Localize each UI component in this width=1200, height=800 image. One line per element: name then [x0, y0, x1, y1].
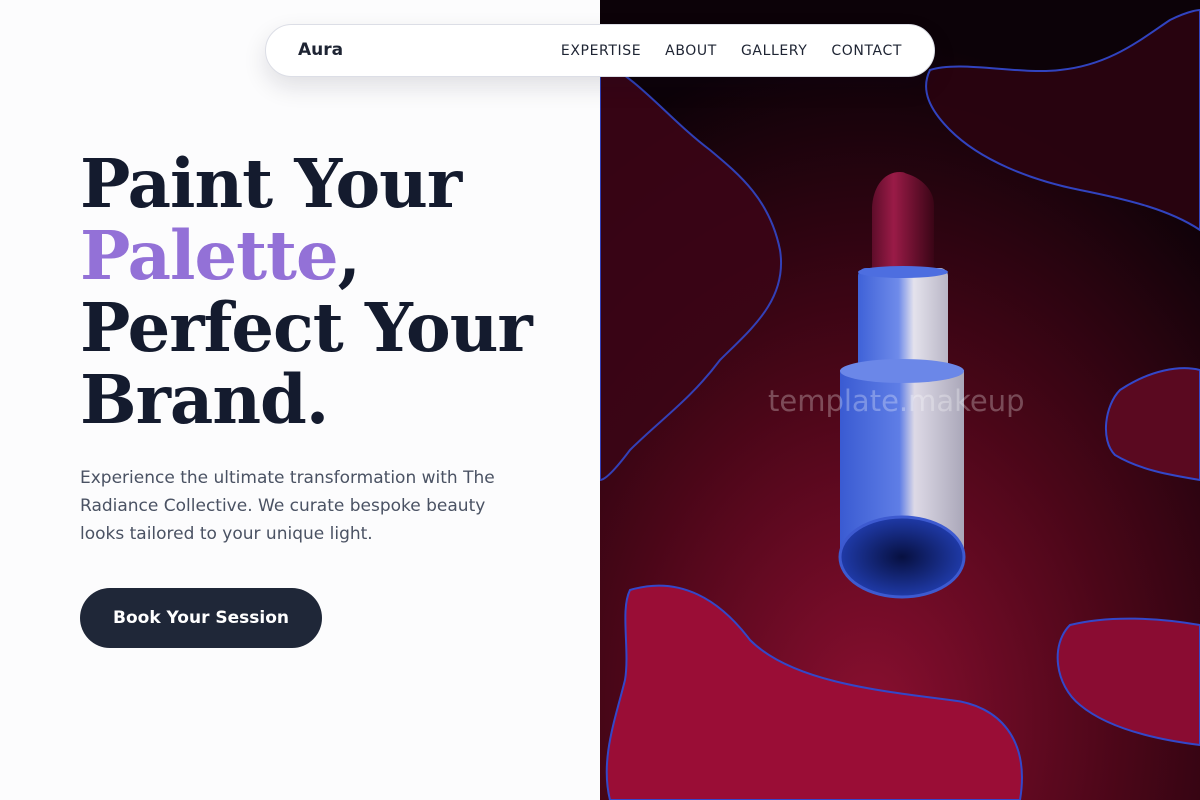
nav-links: EXPERTISE ABOUT GALLERY CONTACT — [537, 25, 902, 76]
watermark-text: template.makeup — [768, 384, 1025, 418]
headline-line-4: Brand. — [80, 360, 329, 439]
headline-line-1: Paint Your — [80, 144, 462, 223]
top-navigation-bar: Aura EXPERTISE ABOUT GALLERY CONTACT — [265, 24, 935, 77]
brand-logo-text[interactable]: Aura — [298, 25, 343, 76]
headline-accent-word: Palette — [80, 216, 339, 295]
headline-comma: , — [337, 216, 361, 295]
nav-link-about[interactable]: ABOUT — [665, 43, 717, 59]
nav-link-contact[interactable]: CONTACT — [831, 43, 902, 59]
nav-link-gallery[interactable]: GALLERY — [741, 43, 807, 59]
hero-headline: Paint Your Palette, Perfect Your Brand. — [80, 148, 533, 439]
headline-line-3: Perfect Your — [80, 288, 533, 367]
hero-description: Experience the ultimate transformation w… — [80, 468, 495, 544]
nav-link-expertise[interactable]: EXPERTISE — [561, 43, 641, 59]
hero-text-panel: Paint Your Palette, Perfect Your Brand. … — [0, 0, 600, 800]
book-session-button[interactable]: Book Your Session — [80, 588, 322, 648]
